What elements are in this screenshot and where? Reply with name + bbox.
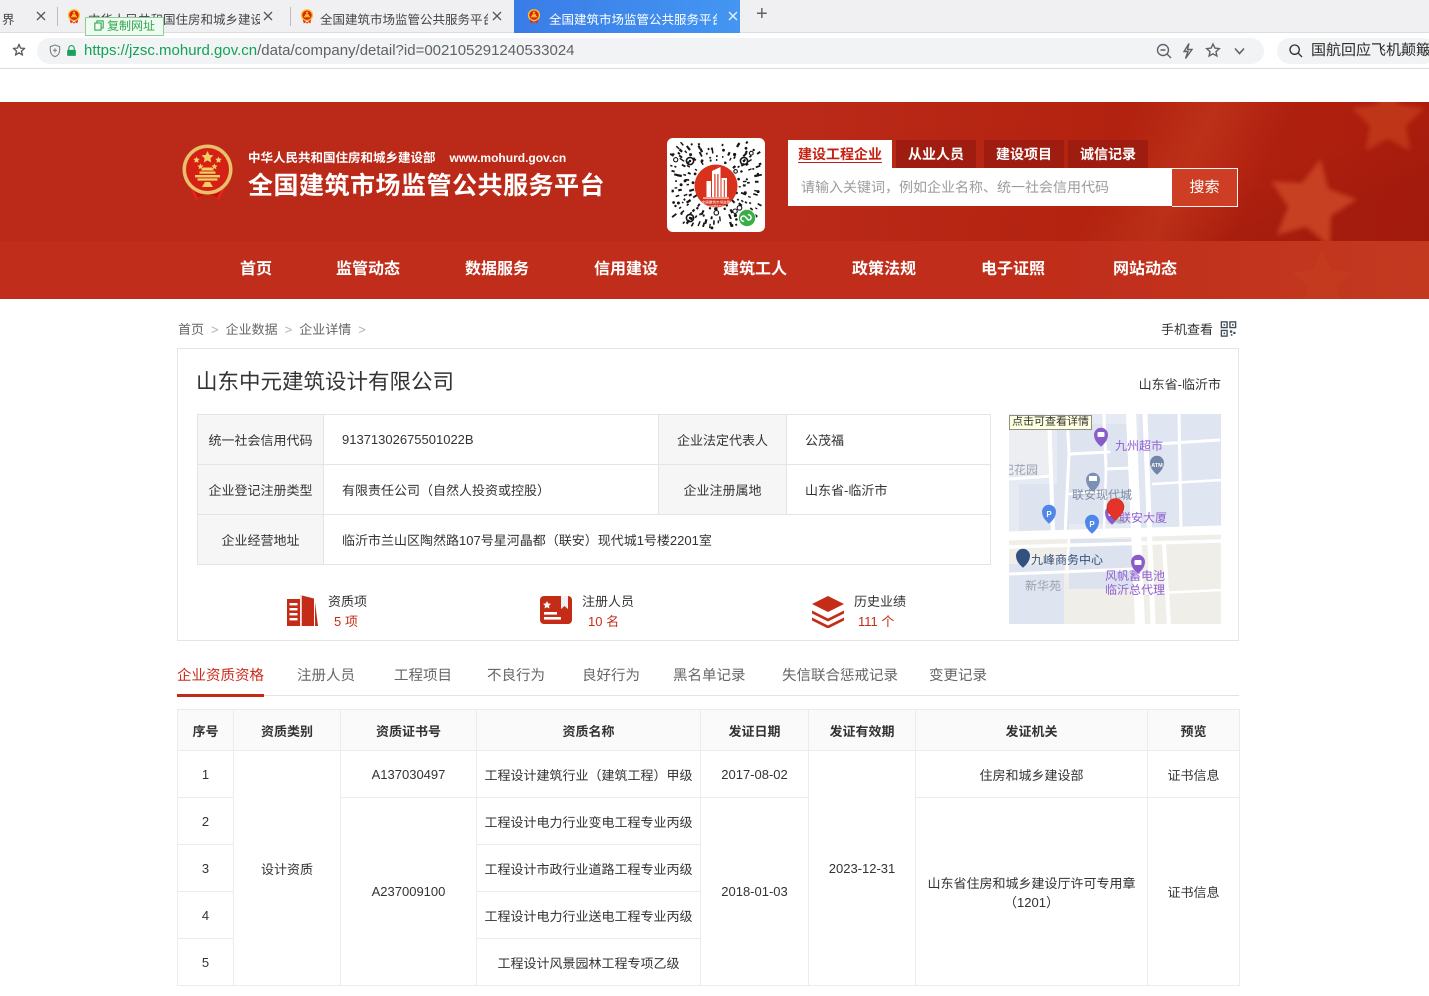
svg-text:新华苑: 新华苑: [1025, 577, 1061, 594]
svg-text:九峰商务中心: 九峰商务中心: [1031, 551, 1103, 568]
svg-text:P: P: [1089, 520, 1095, 529]
svg-text:联安现代城: 联安现代城: [1072, 486, 1132, 503]
svg-text:临沂总代理: 临沂总代理: [1105, 581, 1165, 598]
svg-text:记花园: 记花园: [1009, 461, 1038, 478]
svg-text:ATM: ATM: [1151, 463, 1163, 469]
svg-text:P: P: [1046, 510, 1052, 519]
svg-text:九州超市: 九州超市: [1115, 437, 1163, 454]
svg-text:公共服务平台: 公共服务平台: [708, 204, 724, 208]
svg-text:联安大厦: 联安大厦: [1119, 509, 1167, 526]
